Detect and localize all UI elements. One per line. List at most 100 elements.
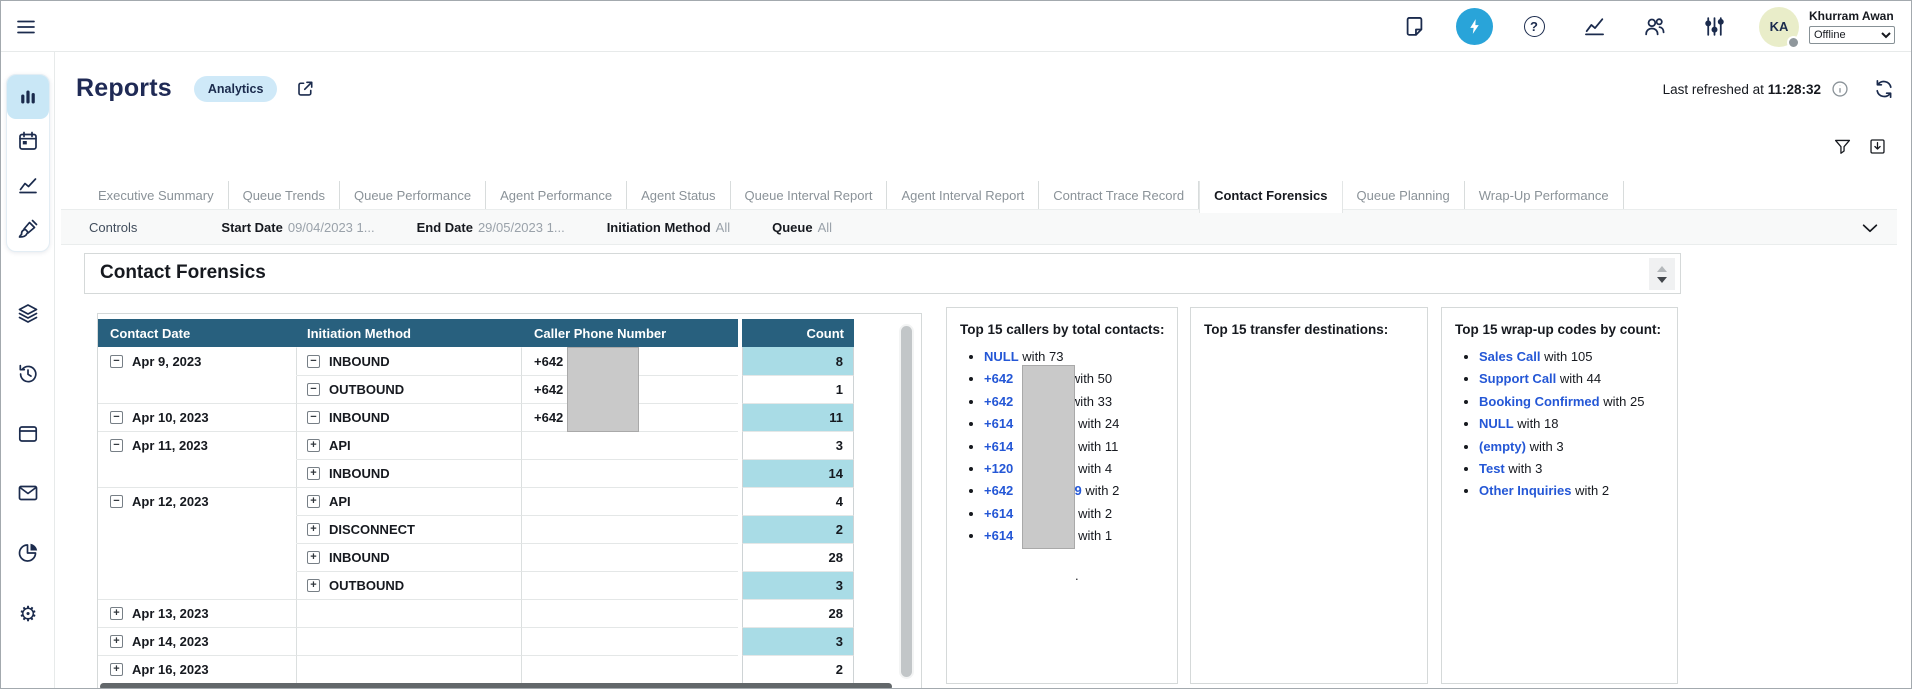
wrapup-code-link[interactable]: (empty) — [1479, 439, 1526, 454]
filter-control[interactable]: QueueAll — [772, 220, 832, 235]
col-contact-date[interactable]: Contact Date — [98, 319, 297, 347]
filter-control[interactable]: Initiation MethodAll — [607, 220, 730, 235]
sidebar-item-designer[interactable] — [7, 207, 49, 251]
initiation-method-value: API — [329, 494, 351, 509]
caller-item: +64249 with 2 — [984, 480, 1177, 502]
sidebar-item-analytics[interactable] — [1, 540, 55, 566]
report-tab[interactable]: Agent Status — [627, 181, 730, 209]
table-vertical-scrollbar[interactable] — [899, 324, 914, 679]
external-link-icon[interactable] — [295, 78, 316, 99]
report-tab[interactable]: Queue Planning — [1343, 181, 1465, 209]
filter-icon[interactable] — [1833, 137, 1852, 156]
date-expand-toggle[interactable]: + — [110, 663, 123, 676]
wrapup-code-link[interactable]: Test — [1479, 461, 1505, 476]
filter-control[interactable]: Start Date09/04/2023 1... — [221, 220, 374, 235]
date-expand-toggle[interactable]: + — [110, 607, 123, 620]
info-icon[interactable] — [1831, 80, 1849, 98]
sidebar-item-schedule[interactable] — [7, 119, 49, 163]
wrapup-codes-title: Top 15 wrap-up codes by count: — [1442, 308, 1677, 337]
wrapup-code-link[interactable]: Booking Confirmed — [1479, 394, 1600, 409]
report-tab[interactable]: Agent Performance — [486, 181, 627, 209]
report-tab[interactable]: Queue Interval Report — [731, 181, 888, 209]
caller-number-link[interactable]: +614 — [984, 528, 1013, 543]
metrics-icon[interactable] — [1575, 8, 1613, 46]
notes-icon[interactable] — [1395, 8, 1433, 46]
count-value: 14 — [742, 459, 854, 487]
table-row: − Apr 9, 2023 − INBOUND +642 8 — [98, 347, 921, 375]
report-tab[interactable]: Agent Interval Report — [887, 181, 1039, 209]
wrapup-code-link[interactable]: Sales Call — [1479, 349, 1540, 364]
contact-date-value: Apr 10, 2023 — [132, 410, 209, 425]
sidebar-item-settings[interactable]: ⚙ — [1, 601, 55, 627]
hamburger-menu-icon[interactable] — [14, 15, 38, 39]
sidebar-item-reports[interactable] — [7, 75, 49, 119]
method-expand-toggle[interactable]: + — [307, 467, 320, 480]
date-expand-toggle[interactable]: − — [110, 495, 123, 508]
lightning-icon[interactable] — [1455, 8, 1493, 46]
sidebar-item-flows[interactable] — [1, 300, 55, 326]
filter-control[interactable]: End Date29/05/2023 1... — [417, 220, 565, 235]
method-expand-toggle[interactable]: + — [307, 495, 320, 508]
users-icon[interactable] — [1635, 8, 1673, 46]
wrapup-code-link[interactable]: NULL — [1479, 416, 1514, 431]
method-expand-toggle[interactable]: + — [307, 523, 320, 536]
report-tab[interactable]: Queue Trends — [229, 181, 340, 209]
sidebar-item-metrics[interactable] — [7, 163, 49, 207]
app-window: ? KA Khurram Awan Offline — [0, 0, 1912, 689]
count-value: 3 — [742, 627, 854, 655]
chevron-down-icon[interactable] — [1859, 217, 1881, 239]
method-expand-toggle[interactable]: + — [307, 579, 320, 592]
table-horizontal-scrollbar[interactable] — [100, 683, 892, 689]
report-tab[interactable]: Contract Trace Record — [1039, 181, 1199, 209]
caller-number-link[interactable]: +642 — [984, 371, 1013, 386]
wrapup-code-link[interactable]: Support Call — [1479, 371, 1556, 386]
contact-date-value: Apr 9, 2023 — [132, 354, 201, 369]
method-expand-toggle[interactable]: + — [307, 551, 320, 564]
method-expand-toggle[interactable]: + — [307, 439, 320, 452]
section-title: Contact Forensics — [100, 262, 266, 284]
brush-icon — [17, 218, 39, 240]
sliders-icon[interactable] — [1695, 8, 1733, 46]
table-row: + INBOUND 14 — [98, 459, 921, 487]
help-icon[interactable]: ? — [1515, 8, 1553, 46]
user-avatar[interactable]: KA — [1759, 7, 1799, 47]
refresh-icon[interactable] — [1873, 78, 1895, 100]
sidebar-item-workspace[interactable] — [1, 421, 55, 447]
wrapup-count: 2 — [1602, 483, 1609, 498]
caller-number-link[interactable]: +614 — [984, 506, 1013, 521]
wrapup-code-link[interactable]: Other Inquiries — [1479, 483, 1571, 498]
date-expand-toggle[interactable]: − — [110, 355, 123, 368]
table-row: + INBOUND 28 — [98, 543, 921, 571]
spinner-up-icon[interactable] — [1657, 266, 1667, 272]
caller-number-link[interactable]: +642 — [984, 394, 1013, 409]
caller-number-link[interactable]: +120 — [984, 461, 1013, 476]
date-expand-toggle[interactable]: − — [110, 411, 123, 424]
col-caller-phone[interactable]: Caller Phone Number — [522, 319, 738, 347]
report-tab[interactable]: Queue Performance — [340, 181, 486, 209]
sidebar-item-messages[interactable] — [1, 480, 55, 506]
method-expand-toggle[interactable]: − — [307, 411, 320, 424]
spinner-down-icon[interactable] — [1657, 277, 1667, 283]
report-tab[interactable]: Contact Forensics — [1199, 181, 1342, 213]
report-tab[interactable]: Wrap-Up Performance — [1465, 181, 1624, 209]
caller-number-link[interactable]: +614 — [984, 416, 1013, 431]
method-expand-toggle[interactable]: − — [307, 355, 320, 368]
col-initiation-method[interactable]: Initiation Method — [297, 319, 522, 347]
report-tab[interactable]: Executive Summary — [84, 181, 229, 209]
top-callers-panel: Top 15 callers by total contacts: NULL w… — [946, 307, 1178, 684]
sidebar-item-history[interactable] — [1, 361, 55, 387]
forensics-table: Contact Date Initiation Method Caller Ph… — [97, 313, 922, 689]
refresh-area: Last refreshed at 11:28:32 — [1663, 78, 1895, 100]
date-expand-toggle[interactable]: + — [110, 635, 123, 648]
col-count[interactable]: Count — [742, 319, 854, 347]
caller-number-link[interactable]: +642 — [984, 483, 1013, 498]
method-expand-toggle[interactable]: − — [307, 383, 320, 396]
download-icon[interactable] — [1868, 137, 1887, 156]
scrollbar-thumb[interactable] — [901, 326, 912, 677]
count-value: 11 — [742, 403, 854, 431]
date-expand-toggle[interactable]: − — [110, 439, 123, 452]
refreshed-time: 11:28:32 — [1768, 82, 1821, 97]
caller-number-link[interactable]: +614 — [984, 439, 1013, 454]
caller-number-link[interactable]: NULL — [984, 349, 1019, 364]
status-select[interactable]: Offline — [1809, 26, 1895, 44]
